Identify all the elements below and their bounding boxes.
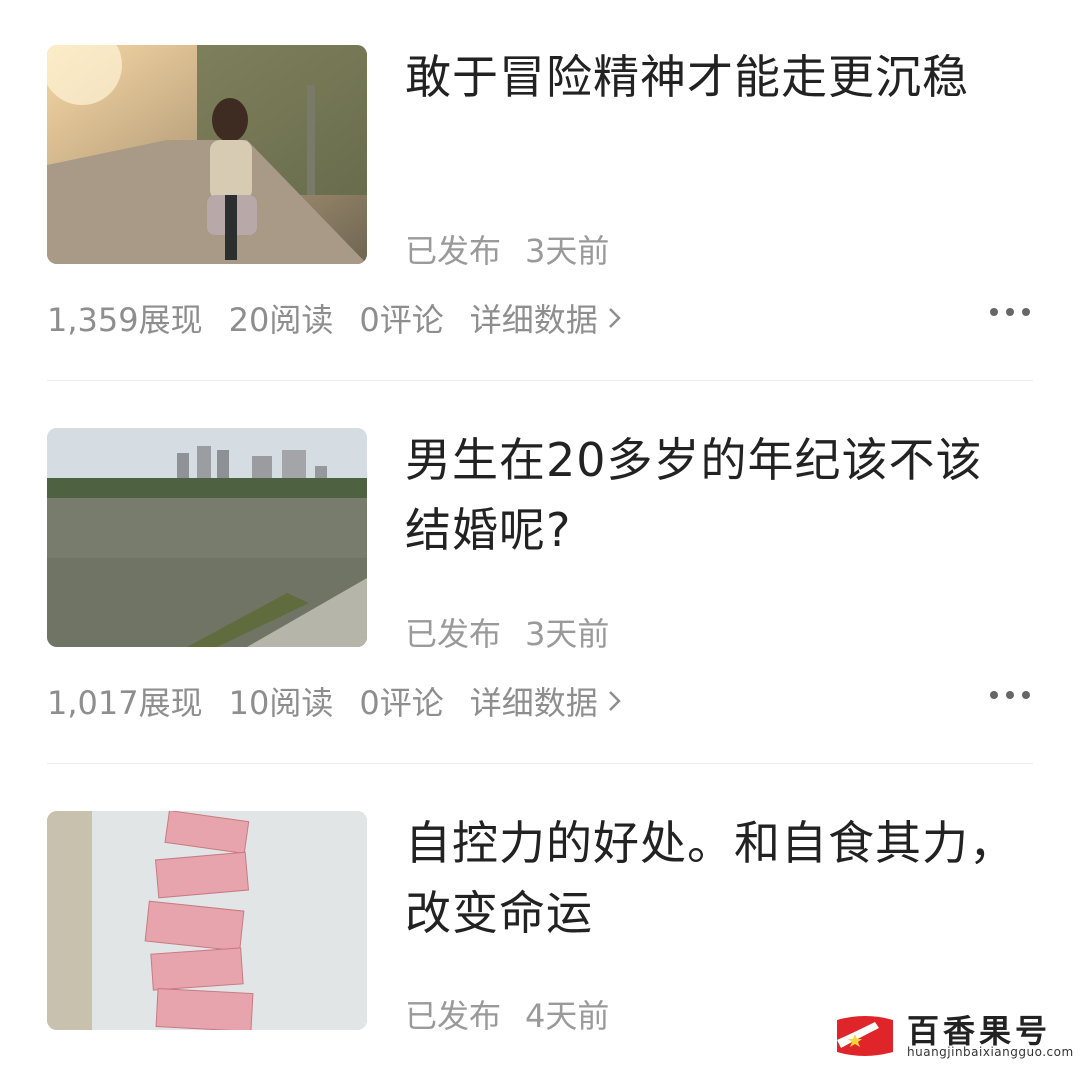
more-options-button[interactable] [990,689,1030,701]
status-label: 已发布 [405,615,502,653]
more-options-button[interactable] [990,306,1030,318]
flag-logo-icon [837,1016,893,1056]
watermark-logo: 百香果号 huangjinbaixiangguo.com [835,1012,1073,1060]
detail-data-label: 详细数据 [469,301,598,339]
status-label: 已发布 [405,232,502,270]
more-dot-icon [1022,691,1030,699]
more-dot-icon [1006,308,1014,316]
status-label: 已发布 [405,997,502,1035]
article-thumbnail[interactable] [47,428,367,647]
watermark-url: huangjinbaixiangguo.com [907,1045,1074,1059]
detail-data-link[interactable]: 详细数据 [470,678,622,724]
publish-time: 3天前 [525,232,610,270]
detail-data-link[interactable]: 详细数据 [470,295,622,341]
lake-cityscape-photo [47,428,367,647]
divider [47,380,1033,381]
girl-on-bike-photo [47,45,367,264]
article-stats: 1,359展现 20阅读 0评论 详细数据 [47,295,622,341]
impressions-count: 1,359展现 [47,301,203,339]
detail-data-label: 详细数据 [469,684,598,722]
reads-count: 20阅读 [228,301,334,339]
chevron-right-icon [608,691,621,711]
chevron-right-icon [608,308,621,328]
article-title[interactable]: 自控力的好处。和自食其力，改变命运 [405,808,1020,948]
article-title[interactable]: 敢于冒险精神才能走更沉稳 [405,42,1020,112]
reads-count: 10阅读 [228,684,334,722]
more-dot-icon [1006,691,1014,699]
publish-status: 已发布 4天前 [405,991,609,1037]
more-dot-icon [990,691,998,699]
impressions-count: 1,017展现 [47,684,203,722]
article-thumbnail[interactable] [47,811,367,1030]
comments-count: 0评论 [359,684,444,722]
divider [47,763,1033,764]
more-dot-icon [1022,308,1030,316]
publish-time: 3天前 [525,615,610,653]
article-stats: 1,017展现 10阅读 0评论 详细数据 [47,678,622,724]
article-title[interactable]: 男生在20多岁的年纪该不该结婚呢? [405,425,1020,565]
more-dot-icon [990,308,998,316]
publish-status: 已发布 3天前 [405,609,609,655]
publish-time: 4天前 [525,997,610,1035]
publish-status: 已发布 3天前 [405,226,609,272]
comments-count: 0评论 [359,301,444,339]
banknotes-photo [47,811,367,1030]
article-thumbnail[interactable] [47,45,367,264]
